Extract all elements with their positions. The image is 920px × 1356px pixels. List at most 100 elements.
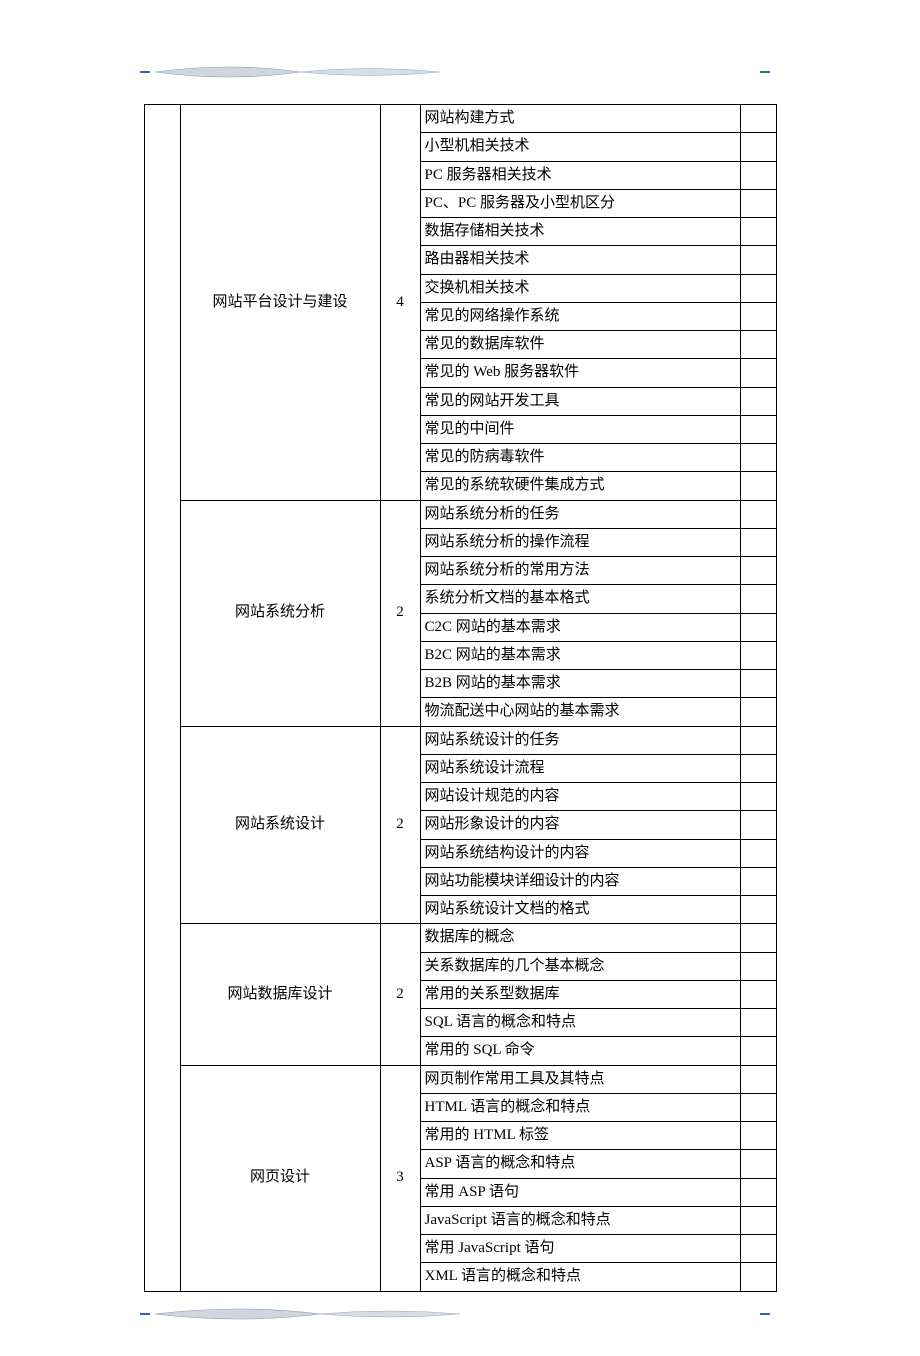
topic-cell: 常用的 HTML 标签 bbox=[420, 1122, 740, 1150]
document-page: 网站平台设计与建设4网站构建方式小型机相关技术PC 服务器相关技术PC、PC 服… bbox=[0, 0, 920, 1356]
topic-cell: 网站系统分析的任务 bbox=[420, 500, 740, 528]
topic-cell: 网站设计规范的内容 bbox=[420, 783, 740, 811]
header-ornament bbox=[0, 60, 920, 84]
topic-cell: 常见的防病毒软件 bbox=[420, 444, 740, 472]
topic-cell: 网站形象设计的内容 bbox=[420, 811, 740, 839]
trailing-spacer-cell bbox=[740, 867, 776, 895]
leading-spacer-cell bbox=[144, 105, 180, 1292]
topic-cell: 数据库的概念 bbox=[420, 924, 740, 952]
trailing-spacer-cell bbox=[740, 613, 776, 641]
topic-cell: 常见的 Web 服务器软件 bbox=[420, 359, 740, 387]
topic-cell: 网站功能模块详细设计的内容 bbox=[420, 867, 740, 895]
topic-cell: 常用的关系型数据库 bbox=[420, 980, 740, 1008]
syllabus-table: 网站平台设计与建设4网站构建方式小型机相关技术PC 服务器相关技术PC、PC 服… bbox=[144, 104, 777, 1292]
topic-cell: 常见的数据库软件 bbox=[420, 331, 740, 359]
category-cell: 网站系统设计 bbox=[180, 726, 380, 924]
topic-cell: 交换机相关技术 bbox=[420, 274, 740, 302]
hours-cell: 2 bbox=[380, 726, 420, 924]
topic-cell: 网页制作常用工具及其特点 bbox=[420, 1065, 740, 1093]
topic-cell: 常见的系统软硬件集成方式 bbox=[420, 472, 740, 500]
topic-cell: 网站系统设计的任务 bbox=[420, 726, 740, 754]
trailing-spacer-cell bbox=[740, 980, 776, 1008]
trailing-spacer-cell bbox=[740, 1178, 776, 1206]
trailing-spacer-cell bbox=[740, 331, 776, 359]
trailing-spacer-cell bbox=[740, 698, 776, 726]
hours-cell: 2 bbox=[380, 924, 420, 1065]
table-row: 网站数据库设计2数据库的概念 bbox=[144, 924, 776, 952]
trailing-spacer-cell bbox=[740, 1037, 776, 1065]
table-row: 网页设计3网页制作常用工具及其特点 bbox=[144, 1065, 776, 1093]
topic-cell: 常见的网络操作系统 bbox=[420, 302, 740, 330]
trailing-spacer-cell bbox=[740, 500, 776, 528]
trailing-spacer-cell bbox=[740, 670, 776, 698]
topic-cell: 常见的网站开发工具 bbox=[420, 387, 740, 415]
topic-cell: B2C 网站的基本需求 bbox=[420, 641, 740, 669]
trailing-spacer-cell bbox=[740, 133, 776, 161]
trailing-spacer-cell bbox=[740, 161, 776, 189]
trailing-spacer-cell bbox=[740, 359, 776, 387]
trailing-spacer-cell bbox=[740, 896, 776, 924]
trailing-spacer-cell bbox=[740, 783, 776, 811]
trailing-spacer-cell bbox=[740, 472, 776, 500]
trailing-spacer-cell bbox=[740, 585, 776, 613]
topic-cell: 常用 ASP 语句 bbox=[420, 1178, 740, 1206]
topic-cell: 网站系统设计流程 bbox=[420, 754, 740, 782]
topic-cell: PC 服务器相关技术 bbox=[420, 161, 740, 189]
table-container: 网站平台设计与建设4网站构建方式小型机相关技术PC 服务器相关技术PC、PC 服… bbox=[0, 104, 920, 1292]
category-cell: 网站数据库设计 bbox=[180, 924, 380, 1065]
trailing-spacer-cell bbox=[740, 726, 776, 754]
trailing-spacer-cell bbox=[740, 444, 776, 472]
trailing-spacer-cell bbox=[740, 1206, 776, 1234]
trailing-spacer-cell bbox=[740, 1093, 776, 1121]
topic-cell: 网站系统分析的常用方法 bbox=[420, 557, 740, 585]
topic-cell: ASP 语言的概念和特点 bbox=[420, 1150, 740, 1178]
trailing-spacer-cell bbox=[740, 1150, 776, 1178]
trailing-spacer-cell bbox=[740, 1009, 776, 1037]
trailing-spacer-cell bbox=[740, 105, 776, 133]
hours-cell: 2 bbox=[380, 500, 420, 726]
topic-cell: 系统分析文档的基本格式 bbox=[420, 585, 740, 613]
trailing-spacer-cell bbox=[740, 952, 776, 980]
trailing-spacer-cell bbox=[740, 1122, 776, 1150]
topic-cell: 网站系统分析的操作流程 bbox=[420, 528, 740, 556]
trailing-spacer-cell bbox=[740, 302, 776, 330]
category-cell: 网页设计 bbox=[180, 1065, 380, 1291]
hours-cell: 4 bbox=[380, 105, 420, 501]
table-row: 网站平台设计与建设4网站构建方式 bbox=[144, 105, 776, 133]
trailing-spacer-cell bbox=[740, 387, 776, 415]
trailing-spacer-cell bbox=[740, 189, 776, 217]
category-cell: 网站平台设计与建设 bbox=[180, 105, 380, 501]
trailing-spacer-cell bbox=[740, 1065, 776, 1093]
topic-cell: 常用 JavaScript 语句 bbox=[420, 1235, 740, 1263]
topic-cell: 小型机相关技术 bbox=[420, 133, 740, 161]
trailing-spacer-cell bbox=[740, 557, 776, 585]
topic-cell: SQL 语言的概念和特点 bbox=[420, 1009, 740, 1037]
trailing-spacer-cell bbox=[740, 839, 776, 867]
topic-cell: XML 语言的概念和特点 bbox=[420, 1263, 740, 1291]
trailing-spacer-cell bbox=[740, 218, 776, 246]
table-row: 网站系统设计2网站系统设计的任务 bbox=[144, 726, 776, 754]
category-cell: 网站系统分析 bbox=[180, 500, 380, 726]
hours-cell: 3 bbox=[380, 1065, 420, 1291]
topic-cell: PC、PC 服务器及小型机区分 bbox=[420, 189, 740, 217]
trailing-spacer-cell bbox=[740, 924, 776, 952]
trailing-spacer-cell bbox=[740, 415, 776, 443]
footer-ornament bbox=[0, 1302, 920, 1326]
topic-cell: 关系数据库的几个基本概念 bbox=[420, 952, 740, 980]
trailing-spacer-cell bbox=[740, 1263, 776, 1291]
topic-cell: 数据存储相关技术 bbox=[420, 218, 740, 246]
topic-cell: B2B 网站的基本需求 bbox=[420, 670, 740, 698]
topic-cell: 路由器相关技术 bbox=[420, 246, 740, 274]
trailing-spacer-cell bbox=[740, 274, 776, 302]
trailing-spacer-cell bbox=[740, 246, 776, 274]
trailing-spacer-cell bbox=[740, 811, 776, 839]
trailing-spacer-cell bbox=[740, 1235, 776, 1263]
table-row: 网站系统分析2网站系统分析的任务 bbox=[144, 500, 776, 528]
topic-cell: 网站系统设计文档的格式 bbox=[420, 896, 740, 924]
topic-cell: 网站构建方式 bbox=[420, 105, 740, 133]
topic-cell: 常见的中间件 bbox=[420, 415, 740, 443]
topic-cell: 物流配送中心网站的基本需求 bbox=[420, 698, 740, 726]
trailing-spacer-cell bbox=[740, 641, 776, 669]
topic-cell: 网站系统结构设计的内容 bbox=[420, 839, 740, 867]
topic-cell: JavaScript 语言的概念和特点 bbox=[420, 1206, 740, 1234]
